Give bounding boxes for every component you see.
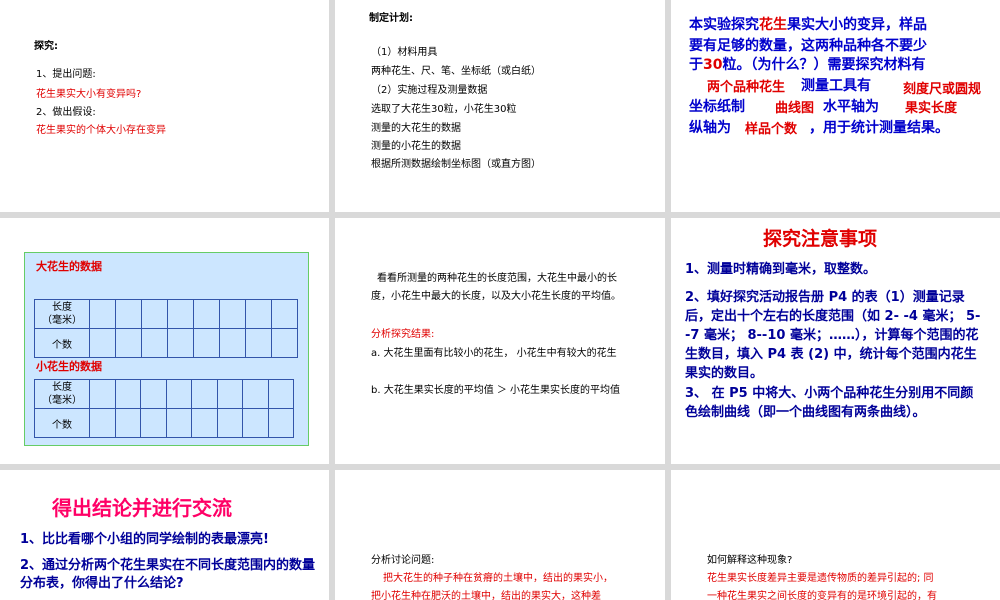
explanation-line2: 一种花生果实之间长度的变异有的是环境引起的，有: [707, 591, 937, 600]
plan-line: 选取了大花生30粒，小花生30粒: [371, 104, 517, 115]
plan-line: （1）材料用具: [371, 47, 438, 58]
big-peanut-title: 大花生的数据: [36, 260, 102, 273]
slide-analysis[interactable]: 看看所测量的两种花生的长度范围，大花生中最小的长度，小花生中最大的长度，以及大小…: [335, 218, 665, 464]
slide-inquiry[interactable]: 探究: 1、提出问题: 花生果实大小有变异吗? 2、做出假设: 花生果实的个体大…: [0, 0, 329, 212]
row-label-length: 长度 （毫米）: [34, 299, 90, 329]
plan-line: （2）实施过程及测量数据: [371, 85, 488, 96]
slide-plan[interactable]: 制定计划: （1）材料用具 两种花生、尺、笔、坐标纸（或白纸） （2）实施过程及…: [335, 0, 665, 212]
fill-two-varieties: 两个品种花生: [707, 80, 786, 95]
fill-count: 样品个数: [745, 122, 798, 137]
analysis-result-b: b. 大花生果实长度的平均值 ＞ 小花生果实长度的平均值: [371, 385, 621, 396]
materials-line3: 于30粒。（为什么？）需要探究材料有: [689, 57, 926, 73]
row-label-length: 长度 （毫米）: [34, 379, 90, 409]
slide-explanation[interactable]: 如何解释这种现象? 花生果实长度差异主要是遗传物质的差异引起的; 同 一种花生果…: [671, 470, 1000, 600]
table-row: 长度 （毫米）: [34, 299, 298, 329]
row-label-count: 个数: [34, 408, 90, 438]
explanation-line1: 花生果实长度差异主要是遗传物质的差异引起的; 同: [707, 573, 934, 584]
question-text: 花生果实大小有变异吗?: [36, 89, 142, 100]
materials-tail: ，用于统计测量结果。: [809, 120, 949, 136]
measure-tools-label: 测量工具有: [801, 78, 871, 94]
table-row: 长度 （毫米）: [34, 379, 294, 409]
note-3: 3、 在 P5 中将大、小两个品种花生分别用不同颜色绘制曲线（即一个曲线图有两条…: [685, 386, 974, 420]
conclusion-q2: 2、通过分析两个花生果实在不同长度范围内的数量分布表，你得出了什么结论?: [20, 558, 316, 591]
discussion-line1: 把大花生的种子种在贫瘠的土壤中，结出的果实小，: [383, 573, 613, 584]
slide-materials[interactable]: 本实验探究花生果实大小的变异，样品 要有足够的数量，这两种品种各不要少 于30粒…: [671, 0, 1000, 212]
step-hypothesis: 2、做出假设:: [36, 107, 96, 118]
plan-line: 两种花生、尺、笔、坐标纸（或白纸）: [371, 66, 541, 77]
row-label-count: 个数: [34, 328, 90, 358]
big-peanut-table: 长度 （毫米） 个数: [34, 299, 298, 358]
explanation-heading: 如何解释这种现象?: [707, 555, 793, 566]
fill-length: 果实长度: [905, 101, 958, 116]
conclusion-title: 得出结论并进行交流: [52, 496, 232, 520]
notes-title: 探究注意事项: [763, 228, 878, 250]
analysis-result-label: 分析探究结果:: [371, 329, 435, 340]
materials-line2: 要有足够的数量，这两种品种各不要少: [689, 38, 927, 54]
graph-paper-label: 坐标纸制: [689, 99, 745, 115]
analysis-result-a: a. 大花生里面有比较小的花生， 小花生中有较大的花生: [371, 348, 617, 359]
materials-line1: 本实验探究花生果实大小的变异，样品: [689, 17, 927, 33]
fill-curve: 曲线图: [775, 101, 815, 116]
plan-line: 测量的大花生的数据: [371, 123, 461, 134]
plan-heading: 制定计划:: [369, 13, 413, 24]
note-1: 1、测量时精确到毫米，取整数。: [685, 262, 877, 277]
slide-notes[interactable]: 探究注意事项 1、测量时精确到毫米，取整数。 2、填好探究活动报告册 P4 的表…: [671, 218, 1000, 464]
small-peanut-title: 小花生的数据: [36, 360, 102, 373]
plan-line: 测量的小花生的数据: [371, 141, 461, 152]
note-2: 2、填好探究活动报告册 P4 的表（1）测量记录后，定出十个左右的长度范围（如 …: [685, 290, 981, 381]
slide-conclusion[interactable]: 得出结论并进行交流 1、比比看哪个小组的同学绘制的表最漂亮! 2、通过分析两个花…: [0, 470, 329, 600]
slide-discussion[interactable]: 分析讨论问题: 把大花生的种子种在贫瘠的土壤中，结出的果实小， 把小花生种在肥沃…: [335, 470, 665, 600]
analysis-paragraph: 看看所测量的两种花生的长度范围，大花生中最小的长度，小花生中最大的长度，以及大小…: [371, 273, 621, 302]
small-peanut-table: 长度 （毫米） 个数: [34, 379, 294, 438]
discussion-heading: 分析讨论问题:: [371, 555, 435, 566]
vertical-axis-label: 纵轴为: [689, 120, 731, 136]
step-ask-question: 1、提出问题:: [36, 69, 96, 80]
horizontal-axis-label: 水平轴为: [823, 99, 879, 115]
table-row: 个数: [34, 408, 294, 438]
discussion-line2: 把小花生种在肥沃的土壤中，结出的果实大，这种差: [371, 591, 601, 600]
inquiry-heading: 探究:: [34, 41, 58, 52]
conclusion-q1: 1、比比看哪个小组的同学绘制的表最漂亮!: [20, 532, 269, 547]
slide-data-tables[interactable]: 大花生的数据 长度 （毫米） 个数 小花生的数据 长度 （毫米） 个数: [0, 218, 329, 464]
table-row: 个数: [34, 328, 298, 358]
fill-ruler: 刻度尺或圆规: [903, 82, 982, 97]
plan-line: 根据所测数据绘制坐标图（或直方图）: [371, 159, 541, 170]
hypothesis-text: 花生果实的个体大小存在变异: [36, 125, 166, 136]
